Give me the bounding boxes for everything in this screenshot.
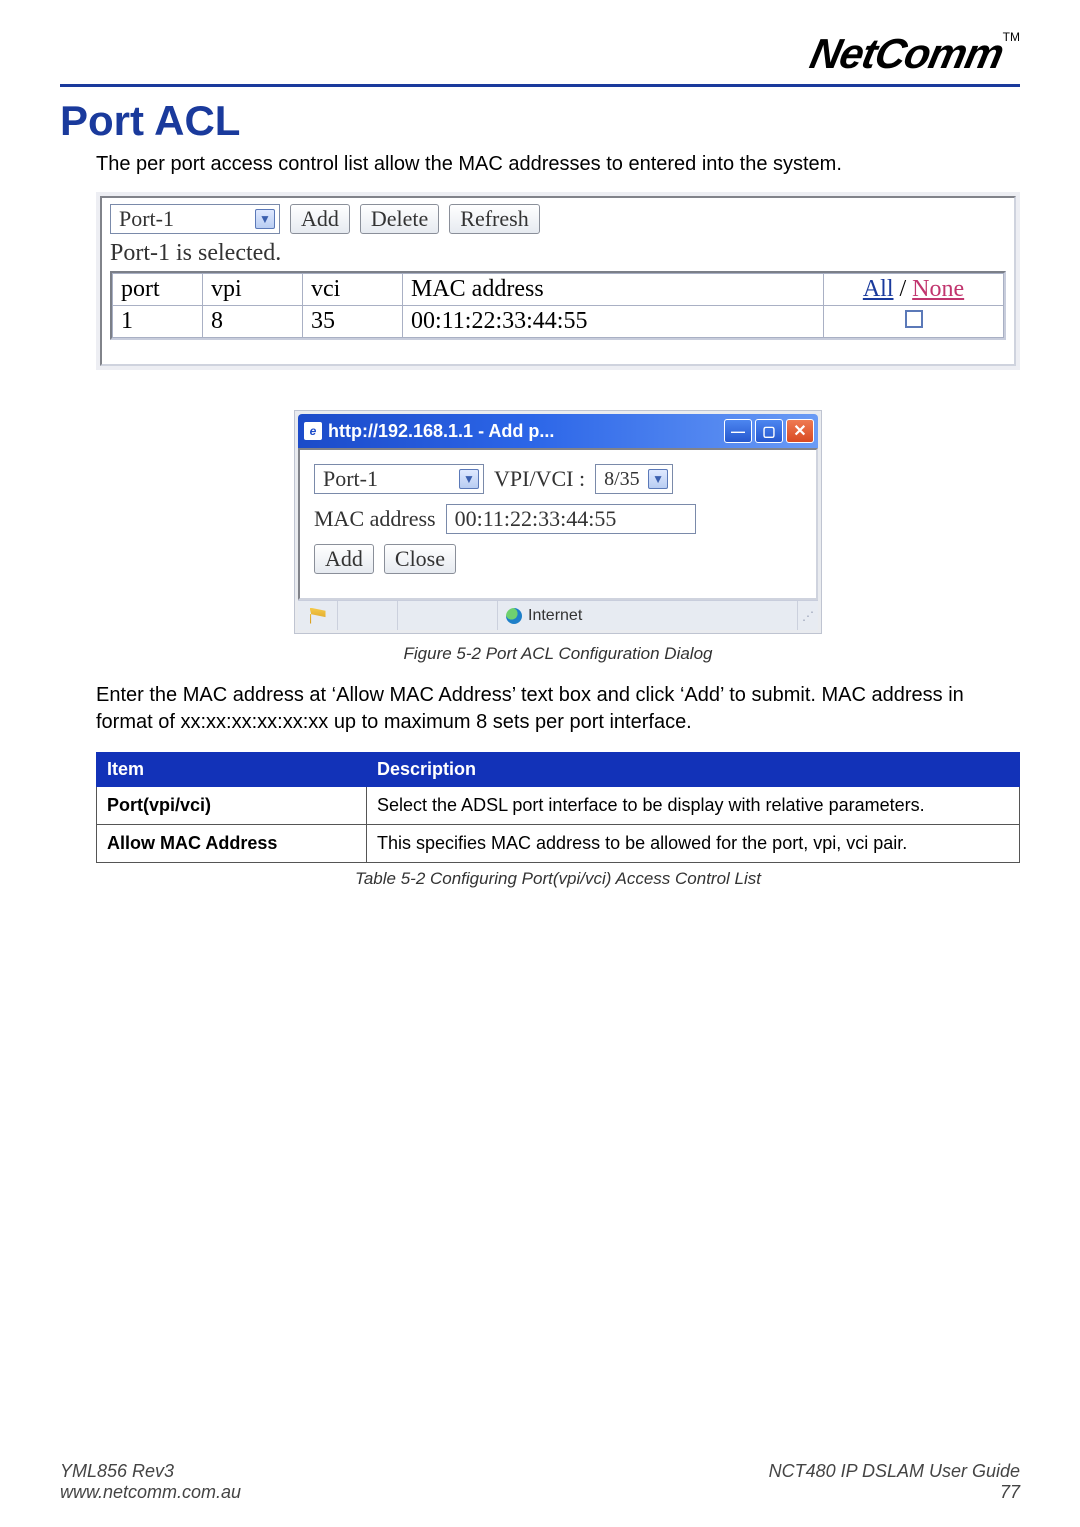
mac-label: MAC address [314, 506, 436, 532]
footer-right: NCT480 IP DSLAM User Guide 77 [769, 1461, 1020, 1503]
port-select-value: Port-1 [119, 206, 174, 232]
row-checkbox[interactable] [905, 310, 923, 328]
dialog-port-select[interactable]: Port-1 ▼ [314, 464, 484, 494]
header-desc: Description [367, 753, 1020, 787]
brand-logo-row: NetComm TM [60, 30, 1020, 78]
delete-button[interactable]: Delete [360, 204, 439, 234]
vpivci-select[interactable]: 8/35 ▼ [595, 464, 673, 494]
port-select[interactable]: Port-1 ▼ [110, 204, 280, 234]
cell-vpi: 8 [203, 306, 303, 338]
brand-name: NetComm [806, 30, 1007, 77]
table-row: 1 8 35 00:11:22:33:44:55 [113, 306, 1004, 338]
globe-icon [506, 608, 522, 624]
mac-input[interactable]: 00:11:22:33:44:55 [446, 504, 696, 534]
status-cell [398, 601, 498, 630]
item-cell: Port(vpi/vci) [97, 787, 367, 825]
status-text: Port-1 is selected. [110, 240, 1006, 267]
zone-label: Internet [528, 607, 582, 625]
header-rule [60, 84, 1020, 87]
table-row: Port(vpi/vci) Select the ADSL port inter… [97, 787, 1020, 825]
dialog-titlebar: e http://192.168.1.1 - Add p... — ▢ ✕ [298, 414, 818, 448]
status-cell [338, 601, 398, 630]
doc-guide-name: NCT480 IP DSLAM User Guide [769, 1461, 1020, 1482]
chevron-down-icon: ▼ [648, 469, 668, 489]
figure-caption: Figure 5-2 Port ACL Configuration Dialog [96, 644, 1020, 664]
select-all-link[interactable]: All [863, 276, 894, 302]
dialog-add-button[interactable]: Add [314, 544, 374, 574]
table-header-row: port vpi vci MAC address All / None [113, 274, 1004, 306]
toolbar: Port-1 ▼ Add Delete Refresh [110, 204, 1006, 234]
screenshot-dialog: e http://192.168.1.1 - Add p... — ▢ ✕ Po… [294, 410, 822, 634]
doc-url: www.netcomm.com.au [60, 1482, 241, 1503]
mac-input-value: 00:11:22:33:44:55 [455, 506, 617, 532]
intro-text: The per port access control list allow t… [96, 153, 1020, 176]
dialog-body: Port-1 ▼ VPI/VCI : 8/35 ▼ MAC address 00… [298, 448, 818, 600]
brand-logo: NetComm [806, 30, 1008, 78]
desc-table-header: Item Description [97, 753, 1020, 787]
chevron-down-icon: ▼ [459, 469, 479, 489]
doc-revision: YML856 Rev3 [60, 1461, 241, 1482]
description-table: Item Description Port(vpi/vci) Select th… [96, 752, 1020, 863]
page-title: Port ACL [60, 97, 1020, 145]
dialog-title: http://192.168.1.1 - Add p... [328, 421, 554, 442]
refresh-button[interactable]: Refresh [449, 204, 539, 234]
acl-table: port vpi vci MAC address All / None 1 8 … [110, 271, 1006, 340]
table-row: Allow MAC Address This specifies MAC add… [97, 825, 1020, 863]
cell-mac: 00:11:22:33:44:55 [403, 306, 824, 338]
minimize-button[interactable]: — [724, 419, 752, 443]
cell-vci: 35 [303, 306, 403, 338]
close-window-button[interactable]: ✕ [786, 419, 814, 443]
security-zone: Internet [498, 601, 798, 630]
desc-cell: Select the ADSL port interface to be dis… [367, 787, 1020, 825]
instruction-text: Enter the MAC address at ‘Allow MAC Addr… [96, 682, 1020, 736]
ie-icon: e [304, 422, 322, 440]
maximize-button[interactable]: ▢ [755, 419, 783, 443]
header-item: Item [97, 753, 367, 787]
col-vpi: vpi [203, 274, 303, 306]
page-footer: YML856 Rev3 www.netcomm.com.au NCT480 IP… [60, 1461, 1020, 1503]
resize-grip-icon: ⋰ [798, 609, 818, 623]
vpivci-value: 8/35 [604, 468, 640, 491]
sep: / [894, 276, 913, 302]
table-caption: Table 5-2 Configuring Port(vpi/vci) Acce… [96, 869, 1020, 889]
vpivci-label: VPI/VCI : [494, 466, 585, 492]
col-mac: MAC address [403, 274, 824, 306]
add-button[interactable]: Add [290, 204, 350, 234]
desc-cell: This specifies MAC address to be allowed… [367, 825, 1020, 863]
status-bar: Internet ⋰ [298, 600, 818, 630]
col-select: All / None [824, 274, 1004, 306]
cell-port: 1 [113, 306, 203, 338]
col-vci: vci [303, 274, 403, 306]
select-none-link[interactable]: None [912, 276, 964, 302]
dialog-close-button[interactable]: Close [384, 544, 456, 574]
cell-checkbox [824, 306, 1004, 338]
item-cell: Allow MAC Address [97, 825, 367, 863]
screenshot-main-panel: Port-1 ▼ Add Delete Refresh Port-1 is se… [96, 192, 1020, 370]
col-port: port [113, 274, 203, 306]
chevron-down-icon: ▼ [255, 209, 275, 229]
ie-flag-icon [310, 608, 326, 624]
dialog-port-select-value: Port-1 [323, 466, 378, 492]
footer-left: YML856 Rev3 www.netcomm.com.au [60, 1461, 241, 1503]
status-icon-cell [298, 601, 338, 630]
page-number: 77 [769, 1482, 1020, 1503]
